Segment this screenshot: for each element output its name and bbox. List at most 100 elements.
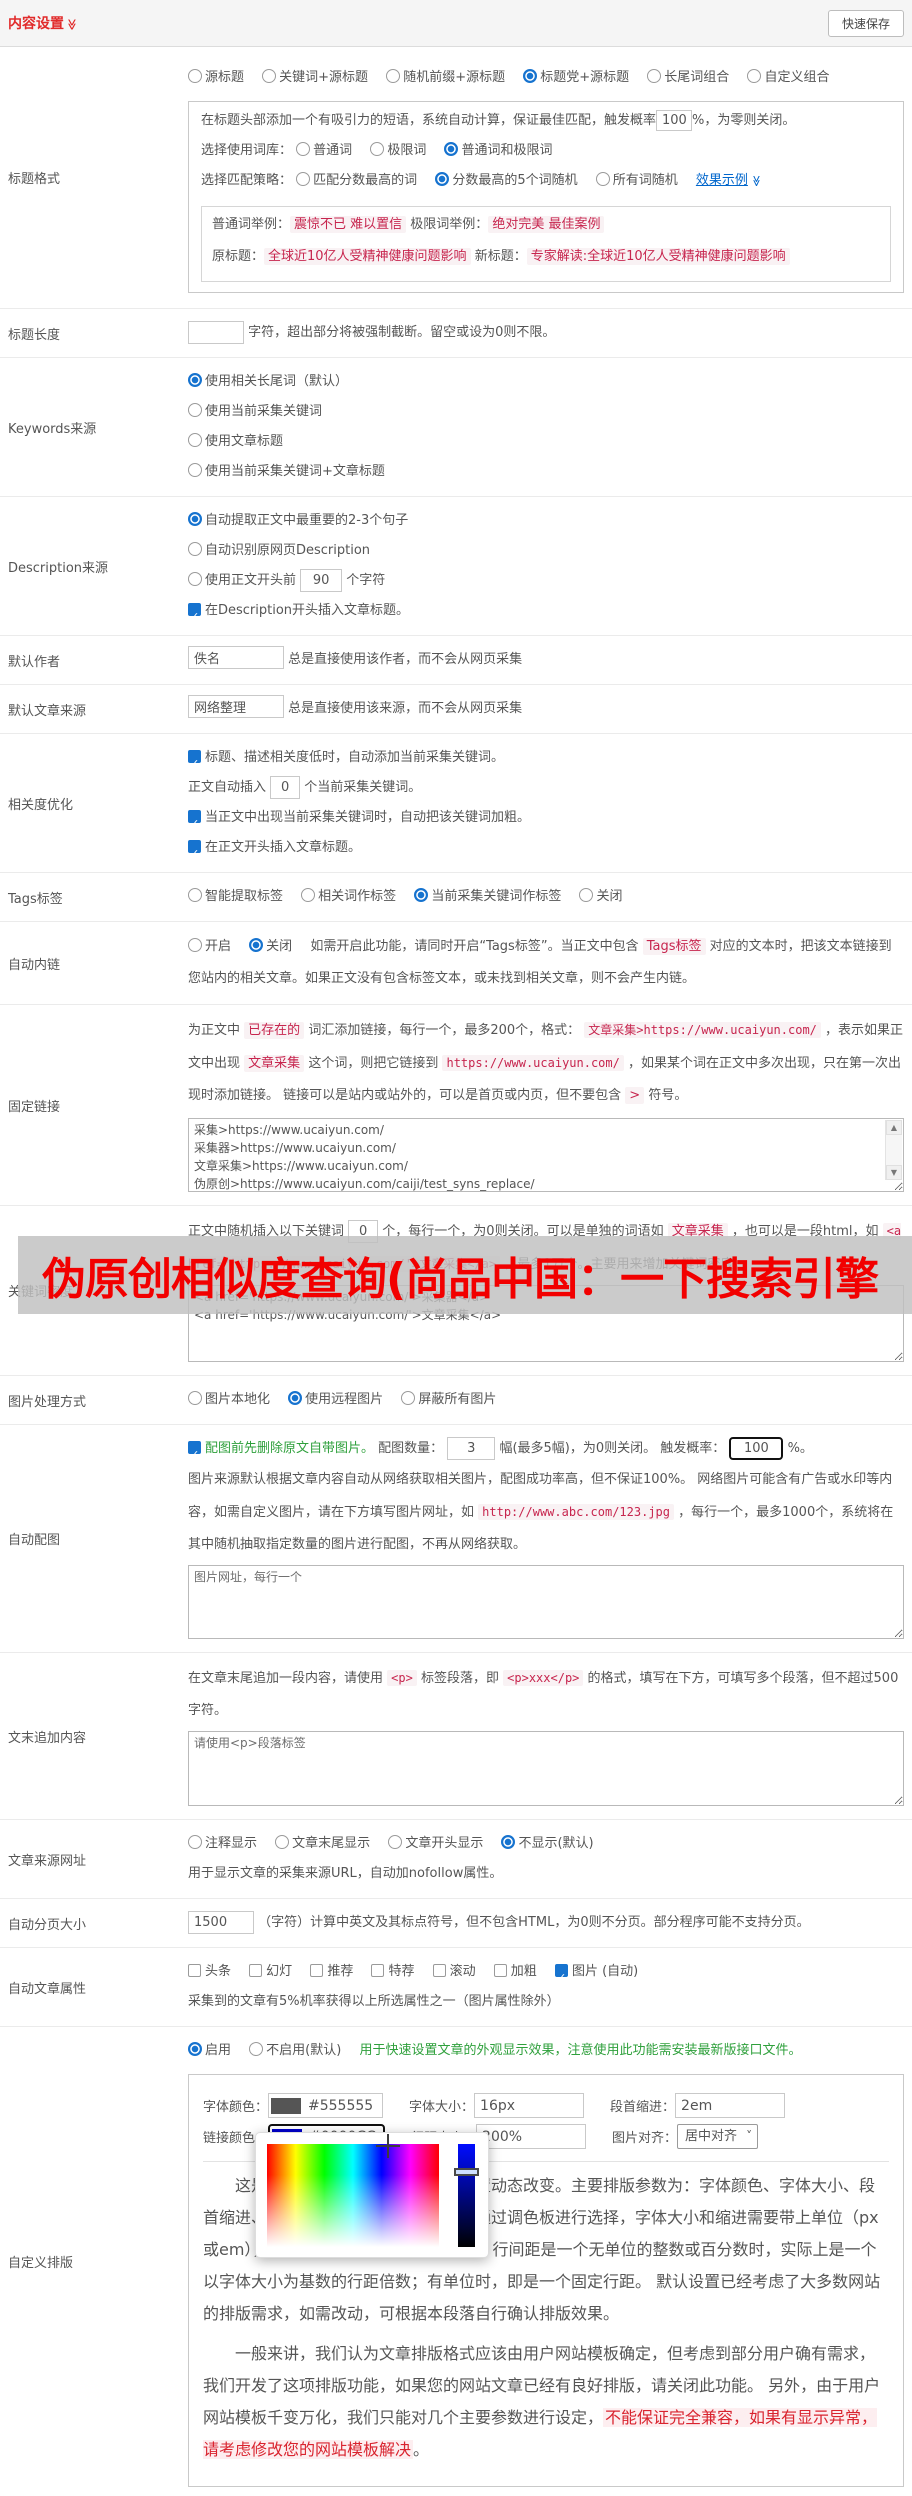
radio-icon[interactable] [188,433,202,447]
radio-typography-disable[interactable]: 不启用(默认) [249,2042,341,2058]
radio-icon-selected[interactable] [288,1391,303,1405]
radio-keyword-source-title[interactable]: 关键词+源标题 [262,68,368,85]
checkbox-slideshow[interactable]: 幻灯 [249,1964,292,1979]
radio-icon-selected[interactable] [249,938,264,952]
textarea-scrollbar[interactable]: ▲ ▼ [885,1120,902,1180]
radio-tags-off[interactable]: 关闭 [579,888,622,904]
default-author-input[interactable] [188,646,284,669]
radio-icon[interactable] [386,68,401,83]
color-gradient-field[interactable] [267,2144,439,2247]
radio-icon[interactable] [188,1835,202,1849]
radio-icon[interactable] [188,888,202,902]
radio-icon-selected[interactable] [414,888,429,902]
radio-icon-selected[interactable] [188,373,202,387]
radio-auto-extract-sentences[interactable]: 自动提取正文中最重要的2-3个句子 [188,506,904,536]
radio-icon[interactable] [188,463,202,477]
radio-icon[interactable] [296,141,311,156]
checkbox-icon-checked[interactable] [188,1440,201,1470]
radio-icon[interactable] [296,171,311,186]
checkbox-icon[interactable] [432,1964,446,1977]
brightness-slider[interactable] [454,2144,479,2247]
radio-icon[interactable] [747,68,762,83]
radio-source-title[interactable]: 源标题 [188,68,244,85]
checkbox-bold[interactable]: 加粗 [493,1964,537,1979]
radio-icon-selected[interactable] [501,1835,516,1849]
radio-innerlink-on[interactable]: 开启 [188,938,231,954]
slider-handle[interactable] [454,2168,479,2176]
checkbox-special[interactable]: 特荐 [371,1964,414,1979]
radio-icon[interactable] [188,572,202,586]
radio-icon[interactable] [275,1835,290,1849]
radio-random-prefix-title[interactable]: 随机前缀+源标题 [386,68,505,85]
radio-icon[interactable] [262,68,277,83]
radio-icon[interactable] [249,2042,264,2056]
radio-top5-random[interactable]: 分数最高的5个词随机 [435,171,578,188]
checkbox-icon-checked[interactable] [188,839,201,869]
radio-remote-images[interactable]: 使用远程图片 [288,1391,383,1407]
checkbox-delete-original-images[interactable]: 配图前先删除原文自带图片。 [188,1440,374,1470]
checkbox-icon[interactable] [310,1964,324,1977]
radio-related-word-tags[interactable]: 相关词作标签 [301,888,396,904]
radio-longtail-combo[interactable]: 长尾词组合 [647,68,729,85]
radio-current-keyword-tags[interactable]: 当前采集关键词作标签 [414,888,561,904]
font-color-value[interactable] [306,2096,379,2115]
pagination-size-input[interactable] [188,1911,254,1934]
radio-keywords-plus-title[interactable]: 使用当前采集关键词+文章标题 [188,457,904,487]
checkbox-icon-checked[interactable] [188,602,201,632]
radio-icon[interactable] [188,68,202,83]
radio-start-display[interactable]: 文章开头显示 [388,1835,483,1851]
append-content-textarea[interactable] [188,1731,904,1806]
font-color-swatch[interactable] [271,2097,302,2114]
page-title[interactable]: 内容设置≫ [8,13,78,33]
line-height-input[interactable] [476,2124,587,2149]
checkbox-insert-title-body[interactable]: 在正文开头插入文章标题。 [188,833,904,869]
radio-typography-enable[interactable]: 启用 [188,2042,231,2058]
radio-original-description[interactable]: 自动识别原网页Description [188,536,904,566]
radio-clickbait-title[interactable]: 标题党+源标题 [523,68,629,85]
checkbox-insert-title-description[interactable]: 在Description开头插入文章标题。 [188,596,904,632]
color-picker-popup[interactable] [255,2132,489,2258]
radio-block-images[interactable]: 屏蔽所有图片 [401,1391,496,1407]
radio-icon[interactable] [188,938,202,952]
insert-count-input[interactable] [270,776,301,799]
font-color-input[interactable] [268,2093,384,2118]
checkbox-bold-keyword[interactable]: 当正文中出现当前采集关键词时，自动把该关键词加粗。 [188,803,904,839]
checkbox-image-auto[interactable]: 图片 (自动) [554,1963,638,1993]
radio-current-keywords[interactable]: 使用当前采集关键词 [188,397,904,427]
scroll-up-icon[interactable]: ▲ [886,1120,902,1135]
title-length-input[interactable] [188,321,244,344]
radio-icon[interactable] [370,141,385,156]
radio-icon[interactable] [595,171,610,186]
radio-icon[interactable] [301,888,316,902]
checkbox-headline[interactable]: 头条 [188,1964,231,1979]
scroll-down-icon[interactable]: ▼ [886,1165,902,1180]
indent-input[interactable] [675,2093,786,2118]
image-count-input[interactable] [447,1437,496,1460]
fixed-links-textarea[interactable]: 采集>https://www.ucaiyun.com/ 采集器>https://… [188,1118,904,1192]
radio-icon[interactable] [188,403,202,417]
radio-icon[interactable] [579,888,594,902]
checkbox-icon[interactable] [371,1964,385,1977]
image-align-select[interactable]: 居中对齐 [677,2124,759,2149]
radio-icon[interactable] [401,1391,416,1405]
checkbox-recommend[interactable]: 推荐 [310,1964,353,1979]
radio-icon-selected[interactable] [188,512,202,526]
radio-innerlink-off[interactable]: 关闭 [249,938,292,954]
clickbait-probability-input[interactable] [656,109,693,131]
radio-icon[interactable] [188,542,202,556]
radio-both-words[interactable]: 普通词和极限词 [444,141,552,158]
radio-icon-selected[interactable] [435,171,450,186]
radio-no-display[interactable]: 不显示(默认) [501,1835,594,1851]
radio-custom-combo[interactable]: 自定义组合 [747,68,829,85]
radio-highest-score[interactable]: 匹配分数最高的词 [296,171,417,188]
radio-all-random[interactable]: 所有词随机 [595,171,678,188]
checkbox-icon-checked[interactable] [554,1963,568,1993]
radio-comment-display[interactable]: 注释显示 [188,1835,257,1851]
checkbox-scroll[interactable]: 滚动 [432,1964,476,1979]
quick-save-button[interactable]: 快速保存 [827,9,904,37]
radio-first-chars[interactable]: 使用正文开头前 个字符 [188,566,904,596]
checkbox-icon[interactable] [493,1964,507,1977]
default-source-input[interactable] [188,695,284,718]
checkbox-icon-checked[interactable] [188,749,201,779]
radio-related-longtail[interactable]: 使用相关长尾词（默认） [188,367,904,397]
